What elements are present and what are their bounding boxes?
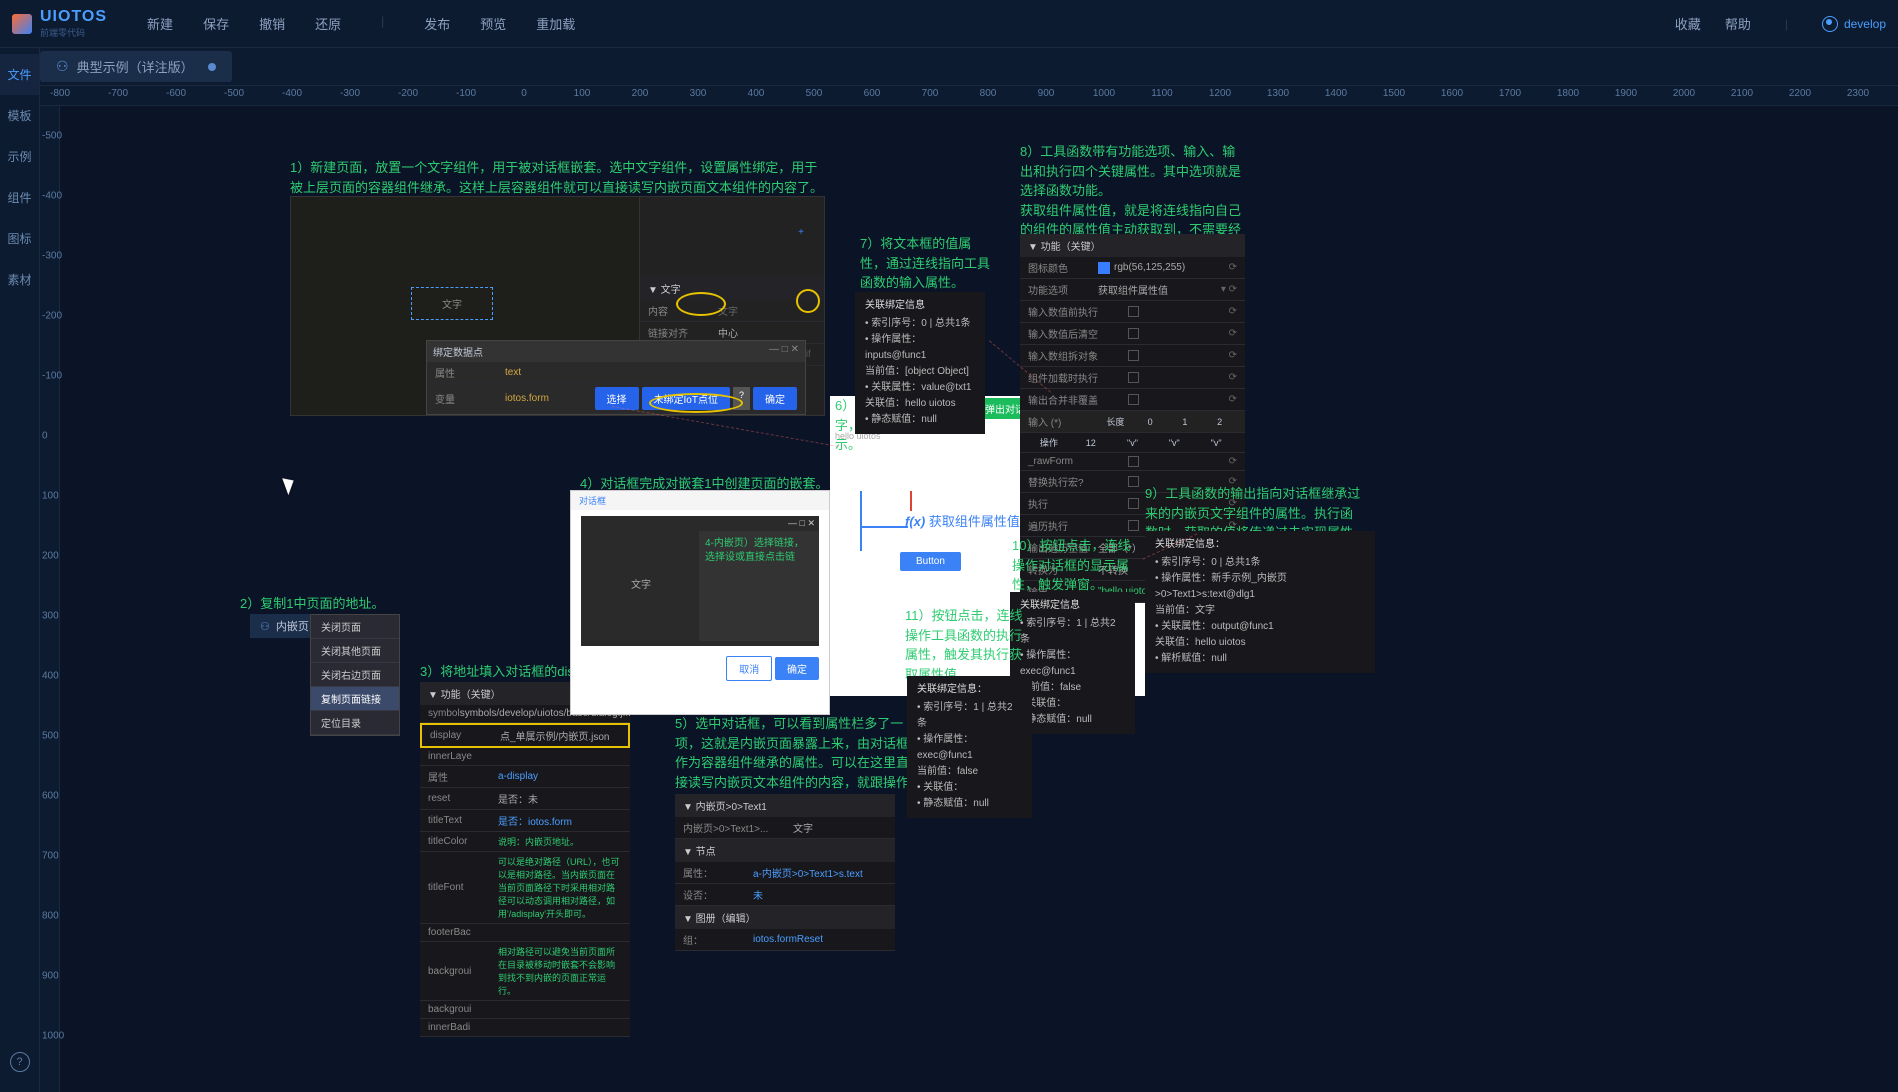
highlight-circle-3	[649, 393, 743, 413]
tab-tree-icon: ⚇	[56, 58, 69, 75]
tab-bar: ⚇ 典型示例（详注版）	[0, 48, 1898, 86]
logo: UIOTOS 前端零代码	[12, 8, 107, 39]
tab-label: 典型示例（详注版）	[77, 57, 194, 76]
menu-undo[interactable]: 撤销	[259, 14, 285, 33]
sidebar-examples[interactable]: 示例	[0, 136, 39, 177]
sidebar-components[interactable]: 组件	[0, 177, 39, 218]
binding-dialog: 绑定数据点 — □ ✕ 属性text 变量iotos.form 选择 未绑定Io…	[426, 340, 806, 415]
logo-icon	[12, 14, 32, 34]
sidebar-files[interactable]: 文件	[0, 54, 39, 95]
panel-3-props: ▼ 功能（关键）symbolsymbols/develop/uiotos/bas…	[420, 682, 630, 1037]
logo-text: UIOTOS	[40, 8, 107, 25]
info-panel-7: 关联绑定信息• 索引序号：0 | 总共1条• 操作属性：inputs@func1…	[855, 292, 985, 434]
ctx-close[interactable]: 关闭页面	[311, 615, 399, 639]
annotation-2: 2）复制1中页面的地址。	[240, 594, 384, 614]
sub-tab[interactable]: 对话框	[571, 491, 829, 510]
annotation-4b: 4-内嵌页）选择链接，选择设或直接点击链	[699, 531, 819, 641]
dialog-close-icon[interactable]: — □ ✕	[769, 344, 799, 359]
user-icon	[1822, 16, 1838, 32]
ctx-close-right[interactable]: 关闭右边页面	[311, 663, 399, 687]
info-panel-9: 关联绑定信息：• 索引序号：0 | 总共1条• 操作属性：新手示例_内嵌页>0>…	[1145, 531, 1375, 673]
link-help[interactable]: 帮助	[1725, 14, 1751, 33]
ctx-locate[interactable]: 定位目录	[311, 711, 399, 735]
ctx-close-others[interactable]: 关闭其他页面	[311, 639, 399, 663]
annotation-10: 10）按钮点击，连线操作对话框的显示属性，触发弹窗。	[1012, 536, 1132, 595]
menu-preview[interactable]: 预览	[480, 14, 506, 33]
annotation-7: 7）将文本框的值属性，通过连线指向工具函数的输入属性。	[860, 234, 990, 293]
left-sidebar: 文件 模板 示例 组件 图标 素材 ?	[0, 48, 40, 1092]
sidebar-help-icon[interactable]: ?	[10, 1052, 30, 1072]
link-favorites[interactable]: 收藏	[1675, 14, 1701, 33]
button-node[interactable]: Button	[900, 552, 961, 571]
panel-5-props: ▼ 内嵌页>0>Text1 内嵌页>0>Text1>...文字 ▼ 节点属性：a…	[675, 794, 895, 951]
ruler-vertical: -500-400-300-200-10001002003004005006007…	[40, 106, 60, 1092]
app-header: UIOTOS 前端零代码 新建 保存 撤销 还原 | 发布 预览 重加载 收藏 …	[0, 0, 1898, 48]
menu-reload[interactable]: 重加载	[536, 14, 575, 33]
info-panel-11: 关联绑定信息：• 索引序号：1 | 总共2条• 操作属性：exec@func1 …	[907, 676, 1032, 818]
panel-1-editor: 文字 + ▼ 文字 内容文字 链接对齐中心 字体12px Arial, sans…	[290, 196, 825, 416]
main-menu: 新建 保存 撤销 还原 | 发布 预览 重加载	[147, 14, 575, 33]
ruler-horizontal: -800-700-600-500-400-300-200-10001002003…	[40, 86, 1898, 106]
user-menu[interactable]: develop	[1822, 16, 1886, 32]
menu-separator: |	[381, 14, 384, 33]
highlight-circle-1	[676, 292, 726, 316]
btn-confirm[interactable]: 确定	[775, 657, 819, 680]
ctx-copy-link[interactable]: 复制页面链接	[311, 687, 399, 711]
tab-modified-dot	[208, 63, 216, 71]
highlight-circle-2	[796, 289, 820, 313]
menu-new[interactable]: 新建	[147, 14, 173, 33]
annotation-11: 11）按钮点击，连线操作工具函数的执行属性，触发其执行获取属性值。	[905, 606, 1025, 684]
menu-publish[interactable]: 发布	[424, 14, 450, 33]
panel-4-dialog: 对话框 — □ ✕ 4-内嵌页）选择链接，选择设或直接点击链 文字 取消 确定	[570, 490, 830, 715]
btn-confirm-bind[interactable]: 确定	[753, 387, 797, 410]
fx-icon: f(x)	[905, 514, 925, 529]
menu-redo[interactable]: 还原	[315, 14, 341, 33]
header-right: 收藏 帮助 | develop	[1675, 14, 1886, 33]
logo-subtitle: 前端零代码	[40, 26, 107, 39]
menu-separator-2: |	[1785, 17, 1788, 31]
annotation-1: 1）新建页面，放置一个文字组件，用于被对话框嵌套。选中文字组件，设置属性绑定，用…	[290, 158, 830, 197]
menu-save[interactable]: 保存	[203, 14, 229, 33]
canvas-content[interactable]: 1）新建页面，放置一个文字组件，用于被对话框嵌套。选中文字组件，设置属性绑定，用…	[60, 106, 1898, 1092]
text-component-placeholder[interactable]: 文字	[411, 287, 493, 320]
user-name: develop	[1844, 17, 1886, 31]
context-menu: 关闭页面 关闭其他页面 关闭右边页面 复制页面链接 定位目录	[310, 614, 400, 736]
sidebar-icons[interactable]: 图标	[0, 218, 39, 259]
tab-example[interactable]: ⚇ 典型示例（详注版）	[40, 51, 232, 82]
btn-cancel[interactable]: 取消	[726, 656, 772, 681]
sidebar-assets[interactable]: 素材	[0, 259, 39, 300]
canvas-area[interactable]: -800-700-600-500-400-300-200-10001002003…	[40, 86, 1898, 1092]
cursor-icon	[282, 475, 298, 495]
sidebar-templates[interactable]: 模板	[0, 95, 39, 136]
fx-node[interactable]: f(x) 获取组件属性值	[905, 511, 1020, 530]
